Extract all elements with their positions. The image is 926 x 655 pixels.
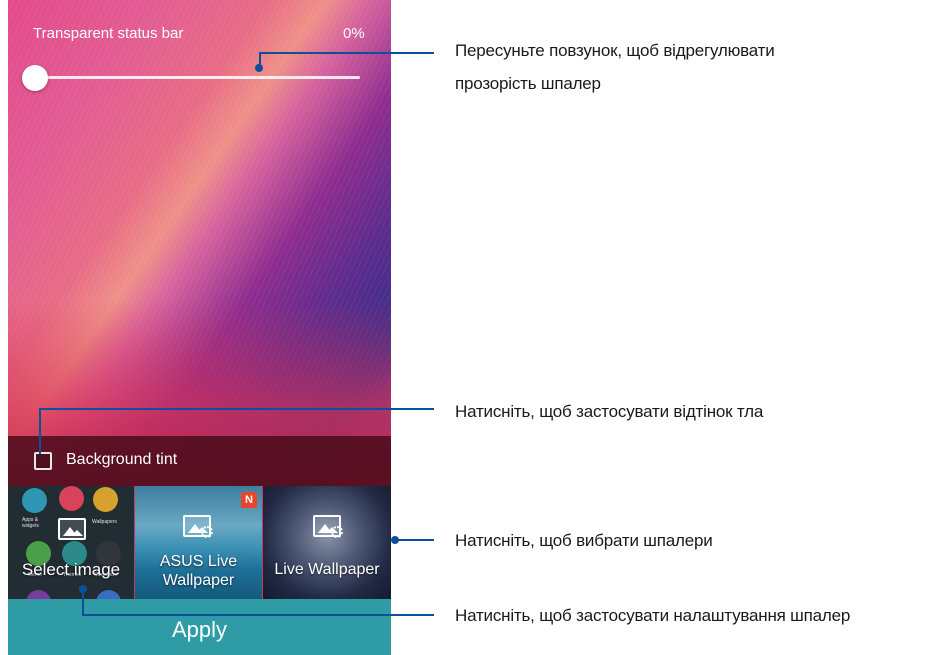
asus-live-wallpaper-label-line1: ASUS Live [159,553,238,570]
background-tint-checkbox[interactable] [34,452,52,470]
image-icon [58,518,86,540]
wallpaper-settings-screen: Transparent status bar 0% Background tin… [8,0,391,655]
select-image-tile[interactable]: Apps & widgets Wallpapers theme Themes C… [8,486,134,599]
callout-select: Натисніть, щоб вибрати шпалери [455,531,713,550]
callout-line [259,52,434,54]
live-wallpaper-tile[interactable]: Live Wallpaper [263,486,391,599]
app-icon [59,486,84,511]
live-wallpaper-label: Live Wallpaper [274,561,380,578]
wallpaper-picker: Apps & widgets Wallpapers theme Themes C… [8,486,391,599]
callout-line [82,614,434,616]
callout-line [39,408,434,410]
background-tint-label: Background tint [66,451,178,468]
transparency-slider[interactable] [36,76,360,79]
callout-apply: Натисніть, щоб застосувати налаштування … [455,606,851,625]
asus-live-wallpaper-label-line2: Wallpaper [162,572,235,589]
loading-icon [201,526,213,538]
callout-line [395,539,434,541]
mini-label: Wallpapers [92,519,117,525]
select-image-label: Select image [21,560,121,579]
callout-dot [255,64,263,72]
callout-line [39,408,41,454]
slider-thumb[interactable] [22,65,48,91]
loading-icon [331,526,343,538]
app-icon [22,488,47,513]
callout-tint: Натисніть, щоб застосувати відтінок тла [455,402,764,421]
callout-line [82,589,84,616]
mini-label: Apps & widgets [22,517,39,529]
transparency-value: 0% [343,25,365,42]
app-icon [96,590,121,599]
transparent-status-bar-label: Transparent status bar [33,25,184,42]
callout-slider-line1: Пересуньте повзунок, щоб відрегулювати [455,41,775,60]
new-badge: N [241,492,257,508]
app-icon [26,590,51,599]
app-icon [93,487,118,512]
apply-button[interactable]: Apply [8,599,391,655]
callout-slider-line2: прозорість шпалер [455,74,601,93]
